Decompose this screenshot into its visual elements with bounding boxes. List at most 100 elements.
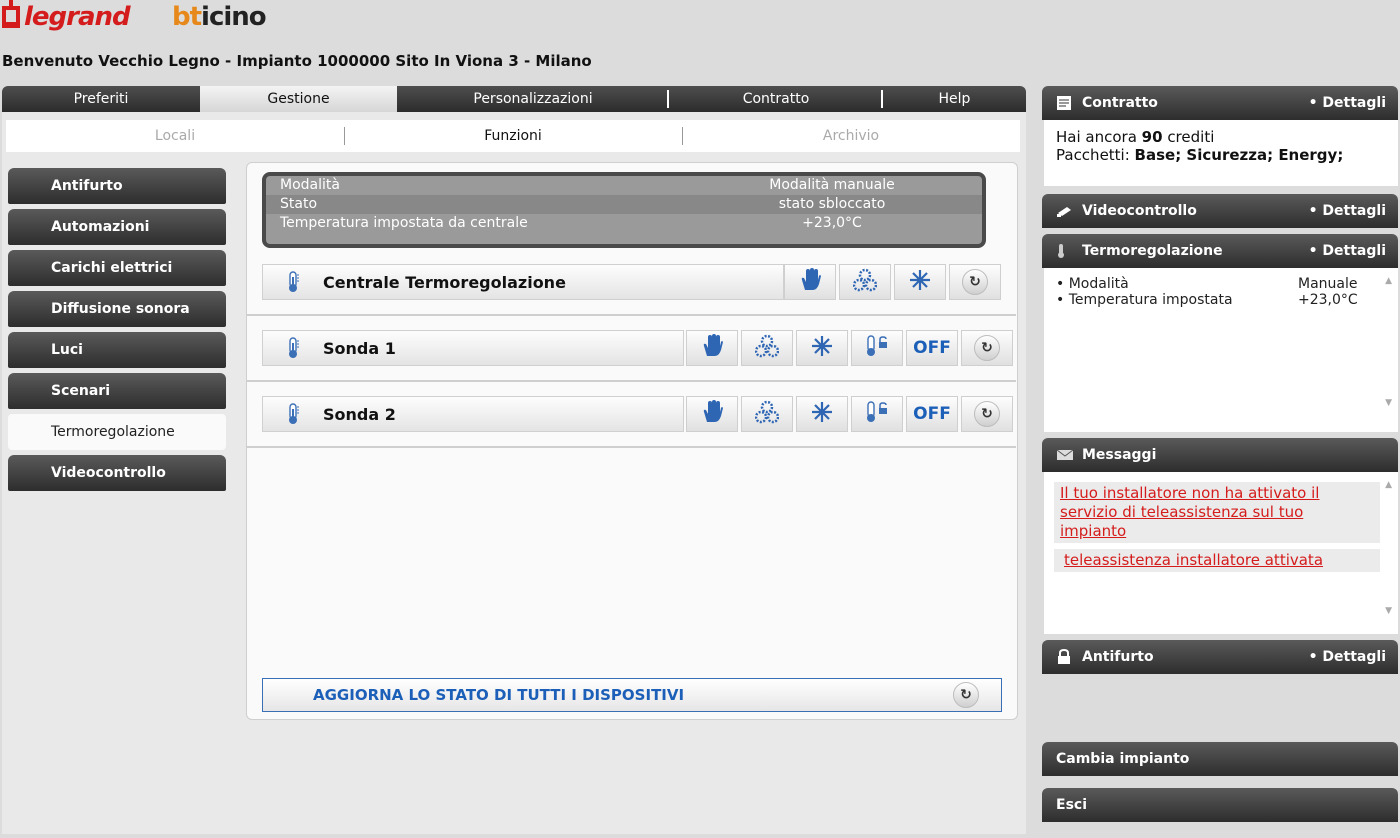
document-icon xyxy=(1056,95,1074,111)
gears-icon xyxy=(852,268,878,296)
termoregolazione-header: Termoregolazione • Dettagli xyxy=(1042,234,1398,268)
antifreeze-button[interactable] xyxy=(796,330,848,366)
nav-item-carichi-elettrici[interactable]: Carichi elettrici xyxy=(8,250,226,286)
nav-item-termoregolazione[interactable]: Termoregolazione xyxy=(8,414,226,450)
snowflake-icon xyxy=(909,269,931,295)
status-label: Temperatura impostata da centrale xyxy=(280,215,528,231)
termo-label: • Temperatura impostata xyxy=(1056,292,1233,308)
tab-contratto[interactable]: Contratto xyxy=(669,86,883,112)
thermometer-lock-icon xyxy=(865,401,889,427)
termo-value: +23,0°C xyxy=(1298,292,1358,308)
tab-preferiti[interactable]: Preferiti xyxy=(2,86,200,112)
contratto-dettagli-link[interactable]: • Dettagli xyxy=(1309,95,1386,111)
envelope-icon xyxy=(1056,449,1074,461)
hand-icon xyxy=(701,334,723,362)
local-offset-button[interactable] xyxy=(851,330,903,366)
videocontrollo-title: Videocontrollo xyxy=(1082,203,1197,219)
subtab-funzioni[interactable]: Funzioni xyxy=(344,120,682,152)
antifreeze-button[interactable] xyxy=(796,396,848,432)
refresh-icon: ↻ xyxy=(974,335,1000,361)
device-row-sonda-2: Sonda 2 OFF ↻ xyxy=(246,382,1016,448)
termo-value: Manuale xyxy=(1298,276,1358,292)
termo-row-temperatura: • Temperatura impostata +23,0°C xyxy=(1056,292,1386,308)
refresh-device-button[interactable]: ↻ xyxy=(949,264,1001,300)
off-button[interactable]: OFF xyxy=(906,330,958,366)
status-label: Modalità xyxy=(280,177,340,193)
program-mode-button[interactable] xyxy=(741,330,793,366)
status-value: +23,0°C xyxy=(802,215,862,231)
manual-mode-button[interactable] xyxy=(686,396,738,432)
scroll-down-icon[interactable]: ▼ xyxy=(1385,606,1392,616)
refresh-icon: ↻ xyxy=(962,269,988,295)
thermometer-icon xyxy=(263,271,323,293)
message-teleassistenza-off[interactable]: Il tuo installatore non ha attivato il s… xyxy=(1054,482,1380,543)
nav-item-diffusione-sonora[interactable]: Diffusione sonora xyxy=(8,291,226,327)
antifreeze-button[interactable] xyxy=(894,264,946,300)
hand-icon xyxy=(799,268,821,296)
off-button[interactable]: OFF xyxy=(906,396,958,432)
contratto-header: Contratto • Dettagli xyxy=(1042,86,1398,120)
packages-prefix: Pacchetti: xyxy=(1056,146,1135,164)
refresh-device-button[interactable]: ↻ xyxy=(961,330,1013,366)
thermometer-icon xyxy=(1056,243,1074,259)
thermometer-lock-icon xyxy=(865,335,889,361)
legrand-logo: legrand xyxy=(2,0,131,34)
snowflake-icon xyxy=(811,401,833,427)
nav-item-luci[interactable]: Luci xyxy=(8,332,226,368)
device-actions: OFF ↻ xyxy=(686,396,1013,432)
tab-personalizzazioni[interactable]: Personalizzazioni xyxy=(397,86,669,112)
thermometer-icon xyxy=(263,403,323,425)
antifurto-dettagli-link[interactable]: • Dettagli xyxy=(1309,649,1386,665)
device-actions: OFF ↻ xyxy=(686,330,1013,366)
legrand-mark-icon xyxy=(2,0,20,28)
esci-button[interactable]: Esci xyxy=(1042,788,1398,822)
subtab-locali[interactable]: Locali xyxy=(6,120,344,152)
refresh-device-button[interactable]: ↻ xyxy=(961,396,1013,432)
termoregolazione-dettagli-link[interactable]: • Dettagli xyxy=(1309,243,1386,259)
device-name-bar[interactable]: Centrale Termoregolazione xyxy=(262,264,784,300)
antifurto-header: Antifurto • Dettagli xyxy=(1042,640,1398,674)
credits-prefix: Hai ancora xyxy=(1056,128,1142,146)
program-mode-button[interactable] xyxy=(741,396,793,432)
off-label: OFF xyxy=(913,404,951,424)
update-all-label: AGGIORNA LO STATO DI TUTTI I DISPOSITIVI xyxy=(313,686,685,704)
contratto-title: Contratto xyxy=(1082,95,1158,111)
device-name-bar[interactable]: Sonda 1 xyxy=(262,330,684,366)
device-row-centrale: Centrale Termoregolazione ↻ xyxy=(246,250,1016,316)
packages-line: Pacchetti: Base; Sicurezza; Energy; xyxy=(1056,146,1386,164)
main-tabs: Preferiti Gestione Personalizzazioni Con… xyxy=(2,86,1026,112)
nav-item-antifurto[interactable]: Antifurto xyxy=(8,168,226,204)
antifurto-title: Antifurto xyxy=(1082,649,1154,665)
status-row-stato: Stato stato sbloccato xyxy=(266,195,982,214)
nav-item-automazioni[interactable]: Automazioni xyxy=(8,209,226,245)
manual-mode-button[interactable] xyxy=(686,330,738,366)
device-name-bar[interactable]: Sonda 2 xyxy=(262,396,684,432)
messaggi-body: Il tuo installatore non ha attivato il s… xyxy=(1044,472,1398,634)
snowflake-icon xyxy=(811,335,833,361)
program-mode-button[interactable] xyxy=(839,264,891,300)
refresh-icon: ↻ xyxy=(974,401,1000,427)
device-actions: ↻ xyxy=(784,264,1001,300)
cambia-impianto-button[interactable]: Cambia impianto xyxy=(1042,742,1398,776)
update-all-button[interactable]: AGGIORNA LO STATO DI TUTTI I DISPOSITIVI… xyxy=(262,678,1002,712)
scroll-up-icon[interactable]: ▲ xyxy=(1385,276,1392,286)
manual-mode-button[interactable] xyxy=(784,264,836,300)
bticino-logo-part-b: icino xyxy=(201,2,267,32)
status-summary: Modalità Modalità manuale Stato stato sblo… xyxy=(262,172,986,248)
scroll-down-icon[interactable]: ▼ xyxy=(1385,398,1392,408)
videocontrollo-dettagli-link[interactable]: • Dettagli xyxy=(1309,203,1386,219)
tab-gestione[interactable]: Gestione xyxy=(200,86,397,112)
local-offset-button[interactable] xyxy=(851,396,903,432)
nav-item-videocontrollo[interactable]: Videocontrollo xyxy=(8,455,226,491)
subtab-archivio[interactable]: Archivio xyxy=(682,120,1020,152)
status-row-temperatura: Temperatura impostata da centrale +23,0°C xyxy=(266,214,982,233)
nav-item-scenari[interactable]: Scenari xyxy=(8,373,226,409)
function-nav: Antifurto Automazioni Carichi elettrici … xyxy=(8,168,226,496)
tab-help[interactable]: Help xyxy=(883,86,1026,112)
lock-icon xyxy=(1056,649,1074,665)
scroll-up-icon[interactable]: ▲ xyxy=(1385,480,1392,490)
credits-suffix: crediti xyxy=(1162,128,1215,146)
message-teleassistenza-on[interactable]: teleassistenza installatore attivata xyxy=(1054,549,1380,572)
termo-row-modalita: • Modalità Manuale xyxy=(1056,276,1386,292)
off-label: OFF xyxy=(913,338,951,358)
